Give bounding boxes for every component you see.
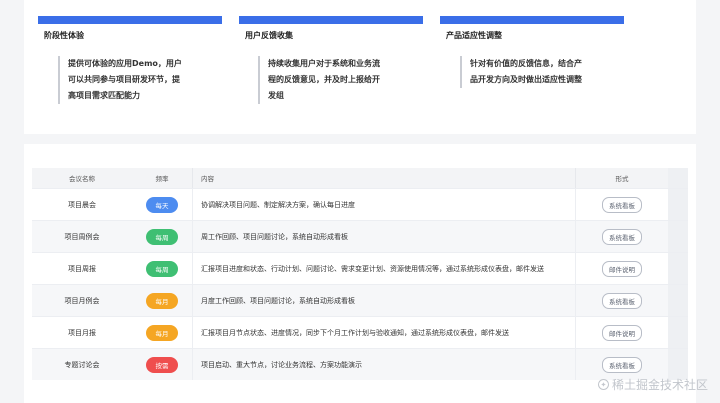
phase-desc-line: 持续收集用户对于系统和业务流 [268,59,380,68]
watermark: ✦ 稀土掘金技术社区 [597,376,708,393]
meeting-name: 项目月例会 [64,296,100,305]
frequency-badge: 每月 [146,324,178,341]
header-content: 内容 [192,168,575,188]
row-spacer [668,253,688,284]
table-row: 项目月报 每月 汇报项目月节点状态、进度情况，同步下个月工作计划与验收通知，通过… [32,316,688,348]
form-tag-button[interactable]: 系统看板 [602,196,642,213]
phase-desc-line: 高项目需求匹配能力 [68,91,140,100]
table-row: 项目周例会 每周 周工作回顾、项目问题讨论，系统自动形成看板 系统看板 [32,220,688,252]
header-spacer [668,168,688,188]
phase-desc-line: 可以共同参与项目研发环节，提 [68,75,180,84]
meeting-name: 项目周例会 [64,232,100,241]
phase-product-adjustment: 产品适应性调整 [440,16,624,41]
table-header: 会议名称 频率 内容 形式 [32,168,688,188]
meeting-content: 项目启动、重大节点，讨论业务流程、方案功能演示 [192,349,575,380]
meeting-content: 汇报项目月节点状态、进度情况，同步下个月工作计划与验收通知，通过系统形成仪表盘，… [192,317,575,348]
phase-desc-line: 针对有价值的反馈信息，结合产 [470,59,582,68]
header-name: 会议名称 [69,175,95,183]
watermark-text: 稀土掘金技术社区 [611,378,708,392]
frequency-badge: 每天 [146,196,178,213]
phase-description: 提供可体验的应用Demo，用户 可以共同参与项目研发环节，提 高项目需求匹配能力 [58,56,182,104]
phase-description: 持续收集用户对于系统和业务流 程的反馈意见，并及时上报给开 发组 [258,56,380,104]
meeting-content: 协调解决项目问题、制定解决方案，确认每日进度 [192,189,575,220]
meeting-name: 项目月报 [68,328,96,337]
form-tag-button[interactable]: 系统看板 [602,292,642,309]
phase-bar [239,16,423,24]
meeting-name: 项目周报 [68,264,96,273]
frequency-badge: 每月 [146,292,178,309]
phase-description: 针对有价值的反馈信息，结合产 品开发方向及时做出适应性调整 [460,56,582,88]
meeting-name: 项目晨会 [68,200,96,209]
row-spacer [668,317,688,348]
phase-title: 阶段性体验 [44,31,84,40]
header-form: 形式 [575,168,668,188]
meeting-content: 月度工作回顾、项目问题讨论，系统自动形成看板 [192,285,575,316]
table-row: 专题讨论会 按需 项目启动、重大节点，讨论业务流程、方案功能演示 系统看板 [32,348,688,380]
frequency-badge: 每周 [146,260,178,277]
header-freq: 频率 [155,175,169,183]
meeting-content: 周工作回顾、项目问题讨论，系统自动形成看板 [192,221,575,252]
form-tag-button[interactable]: 系统看板 [602,356,642,373]
phase-desc-line: 程的反馈意见，并及时上报给开 [268,75,380,84]
table-row: 项目周报 每周 汇报项目进度和状态、行动计划、问题讨论、需求变更计划、资源使用情… [32,252,688,284]
meeting-table: 会议名称 频率 内容 形式 项目晨会 每天 协调解决项目问题、制定解决方案，确认… [32,168,688,380]
juejin-logo-icon: ✦ [597,379,609,390]
phase-card: 阶段性体验 提供可体验的应用Demo，用户 可以共同参与项目研发环节，提 高项目… [24,0,696,134]
form-tag-button[interactable]: 邮件说明 [602,324,642,341]
meeting-name: 专题讨论会 [64,360,100,369]
phase-title: 用户反馈收集 [245,31,293,40]
frequency-badge: 按需 [146,356,178,373]
row-spacer [668,221,688,252]
phase-desc-line: 发组 [268,91,284,100]
meeting-content: 汇报项目进度和状态、行动计划、问题讨论、需求变更计划、资源使用情况等，通过系统形… [192,253,575,284]
row-spacer [668,189,688,220]
phase-desc-line: 品开发方向及时做出适应性调整 [470,75,582,84]
table-row: 项目晨会 每天 协调解决项目问题、制定解决方案，确认每日进度 系统看板 [32,188,688,220]
phase-feedback-collection: 用户反馈收集 [239,16,423,41]
table-row: 项目月例会 每月 月度工作回顾、项目问题讨论，系统自动形成看板 系统看板 [32,284,688,316]
row-spacer [668,285,688,316]
phase-bar [440,16,624,24]
form-tag-button[interactable]: 系统看板 [602,228,642,245]
phase-title: 产品适应性调整 [446,31,502,40]
meeting-table-card: 会议名称 频率 内容 形式 项目晨会 每天 协调解决项目问题、制定解决方案，确认… [24,144,696,403]
phase-desc-line: 提供可体验的应用Demo，用户 [68,59,182,68]
frequency-badge: 每周 [146,228,178,245]
phase-stage-experience: 阶段性体验 [38,16,222,41]
phase-bar [38,16,222,24]
form-tag-button[interactable]: 邮件说明 [602,260,642,277]
